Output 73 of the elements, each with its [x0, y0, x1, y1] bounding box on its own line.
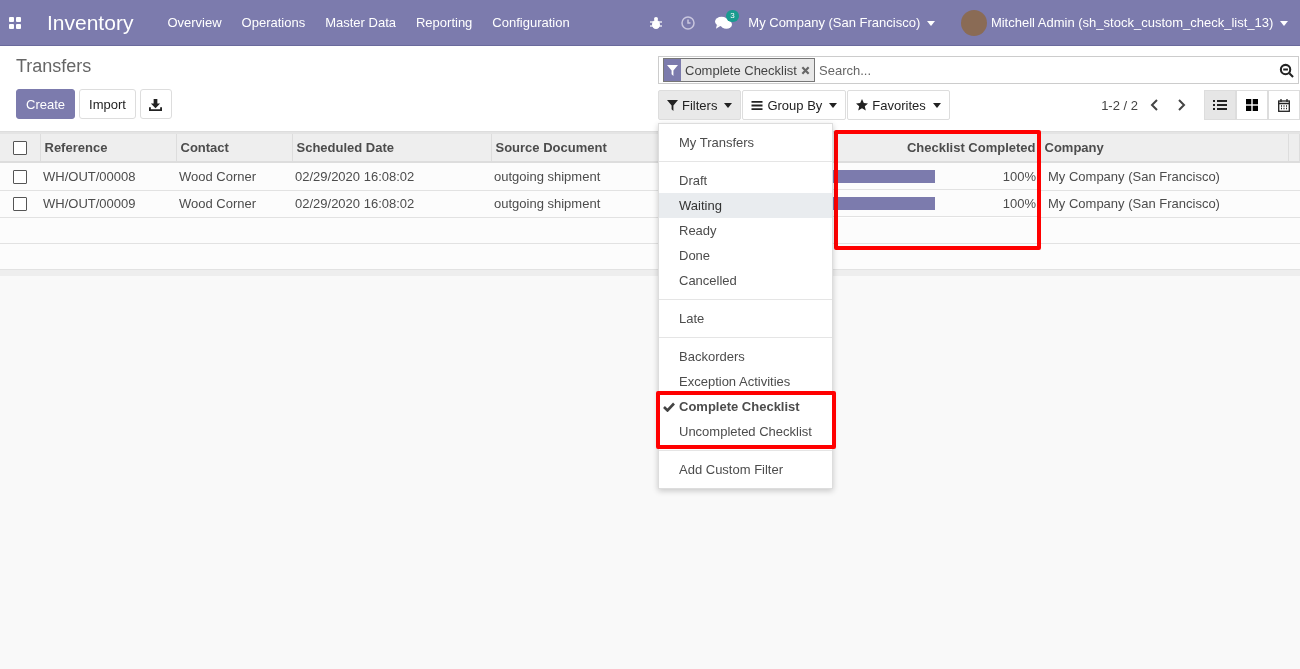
bug-icon[interactable] [649, 15, 664, 30]
remove-facet-icon[interactable] [801, 65, 810, 75]
row-checkbox[interactable] [13, 170, 27, 185]
list-icon [751, 99, 764, 111]
table-cell: 02/29/2020 16:08:02 [295, 196, 415, 211]
table-cell: 02/29/2020 16:08:02 [295, 168, 415, 184]
filter-option[interactable]: Draft [659, 168, 832, 193]
next-icon[interactable] [1176, 98, 1186, 112]
caret-icon [926, 21, 935, 27]
table-cell: 100% [1002, 168, 1036, 184]
column-header[interactable]: Checklist Completed [906, 140, 1036, 155]
caret-icon [932, 102, 941, 108]
page-title: Transfers [16, 56, 93, 77]
download-icon [149, 97, 163, 111]
column-header[interactable]: Company [1044, 140, 1104, 155]
menu-item[interactable]: Operations [241, 15, 306, 30]
search-field[interactable]: Complete Checklist Search... [658, 56, 1299, 84]
table-cell: 100% [1002, 195, 1036, 211]
filter-option[interactable]: Complete Checklist [659, 394, 832, 419]
filter-option[interactable]: Add Custom Filter [659, 457, 832, 482]
create-button[interactable]: Create [16, 89, 76, 119]
checkmark-icon [663, 401, 675, 412]
import-button[interactable]: Import [79, 89, 136, 119]
filter-option[interactable]: Ready [659, 218, 832, 243]
download-button[interactable] [139, 89, 172, 119]
table-cell: Wood Corner [179, 168, 257, 184]
calendar-view-button[interactable] [1268, 90, 1300, 120]
app-title[interactable]: Inventory [47, 10, 134, 35]
message-count-badge: 3 [726, 9, 739, 22]
row-checkbox[interactable] [13, 197, 27, 212]
grid-icon [1246, 99, 1258, 111]
filter-option[interactable]: Backorders [659, 344, 832, 369]
filter-option[interactable]: Uncompleted Checklist [659, 419, 832, 444]
filter-option[interactable]: Done [659, 243, 832, 268]
caret-icon [724, 102, 733, 108]
table-cell: outgoing shipment [494, 168, 601, 184]
list-icon [1213, 99, 1227, 111]
previous-icon[interactable] [1150, 98, 1160, 112]
menu-item[interactable]: Configuration [492, 15, 570, 30]
search-option-button[interactable]: Favorites [847, 90, 950, 120]
filter-icon [664, 59, 681, 81]
table-cell: My Company (San Francisco) [1048, 168, 1220, 184]
search-option-button[interactable]: Filters [658, 90, 742, 120]
table-cell: WH/OUT/00009 [43, 196, 136, 211]
table-cell: outgoing shipment [494, 196, 601, 211]
filter-option[interactable]: Exception Activities [659, 369, 832, 394]
filter-option[interactable]: Cancelled [659, 268, 832, 293]
company-switcher[interactable]: My Company (San Francisco) [748, 15, 935, 30]
app-grid-icon[interactable] [9, 16, 21, 29]
menu-item[interactable]: Overview [167, 15, 222, 30]
list-view-button[interactable] [1204, 90, 1236, 120]
search-option-button[interactable]: Group By [742, 90, 847, 120]
kanban-view-button[interactable] [1236, 90, 1268, 120]
filter-option[interactable]: Waiting [659, 193, 832, 218]
filter-option[interactable]: My Transfers [659, 130, 832, 155]
table-cell: WH/OUT/00008 [43, 168, 136, 184]
star-icon [856, 99, 869, 111]
table-cell: Wood Corner [179, 196, 257, 211]
caret-icon [829, 102, 838, 108]
search-input[interactable]: Search... [817, 61, 1279, 79]
filter-option[interactable]: Late [659, 306, 832, 331]
avatar-icon [960, 9, 987, 36]
calendar-icon [1278, 98, 1290, 112]
select-all-checkbox[interactable] [12, 141, 27, 156]
menu-item[interactable]: Master Data [325, 15, 396, 30]
search-icon[interactable] [1279, 62, 1294, 78]
user-menu[interactable]: Mitchell Admin (sh_stock_custom_check_list_13) [990, 15, 1288, 30]
caret-icon [1280, 21, 1288, 27]
filter-icon [667, 99, 678, 111]
menu-item[interactable]: Reporting [416, 15, 473, 30]
pager-text: 1-2 / 2 [1101, 97, 1138, 113]
filter-facet: Complete Checklist [663, 58, 815, 82]
table-cell: My Company (San Francisco) [1048, 196, 1220, 211]
